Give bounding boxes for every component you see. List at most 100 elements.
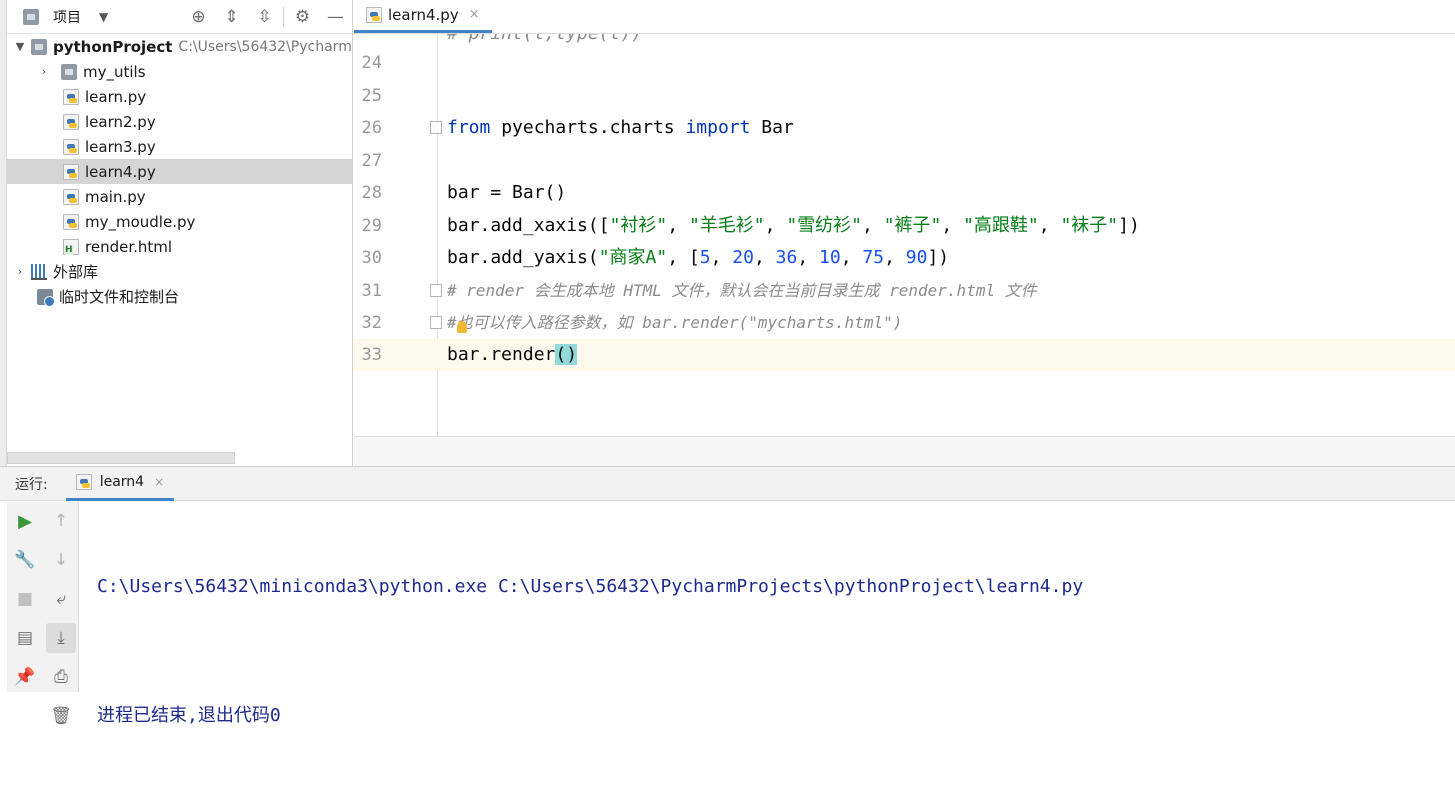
- code-line-26: 26 from pyecharts.charts import Bar: [354, 112, 1455, 144]
- python-file-icon: [63, 188, 79, 205]
- trash-icon[interactable]: 🗑: [46, 701, 76, 731]
- run-tab-learn4[interactable]: learn4 ×: [65, 467, 175, 501]
- fold-marker-icon[interactable]: [430, 316, 442, 329]
- soft-wrap-icon[interactable]: ⤶: [46, 584, 76, 614]
- tree-item-learn4[interactable]: learn4.py: [7, 159, 352, 184]
- tree-item-external-libs[interactable]: › 外部库: [7, 259, 352, 284]
- scratches-icon: [37, 288, 55, 307]
- editor-tabbar: learn4.py ×: [354, 0, 1455, 34]
- library-icon: [31, 263, 47, 280]
- fold-marker-icon[interactable]: [430, 121, 442, 134]
- run-header: 运行: learn4 ×: [0, 467, 1455, 501]
- tree-item-label: 临时文件和控制台: [59, 288, 180, 306]
- project-tools: ⊕ ⇕ ⇳ ⚙ —: [182, 0, 352, 34]
- fold-marker-icon[interactable]: [430, 284, 442, 297]
- editor-tab-learn4[interactable]: learn4.py ×: [354, 0, 492, 33]
- project-horizontal-scrollbar[interactable]: [7, 452, 235, 464]
- chevron-down-icon[interactable]: ▼: [13, 40, 27, 53]
- run-label: 运行:: [15, 476, 48, 493]
- print-icon[interactable]: ⎙: [46, 662, 76, 692]
- tree-item-label: main.py: [85, 187, 146, 206]
- chevron-right-icon[interactable]: ›: [13, 265, 27, 278]
- project-toolbar: 项目 ▼ ⊕ ⇕ ⇳ ⚙ —: [7, 0, 352, 34]
- arrow-down-icon[interactable]: ↓: [46, 545, 76, 575]
- scroll-to-end-icon[interactable]: ⤓: [46, 623, 76, 653]
- code-text: bar.render(): [447, 344, 578, 365]
- project-icon: [23, 8, 39, 25]
- console-output[interactable]: C:\Users\56432\miniconda3\python.exe C:\…: [97, 507, 1083, 796]
- stop-icon[interactable]: ■: [10, 584, 40, 614]
- tree-item-label: my_moudle.py: [85, 212, 196, 231]
- toolbar-divider: [283, 7, 284, 27]
- project-panel-title[interactable]: 项目: [53, 7, 81, 27]
- tree-item-label: learn2.py: [85, 112, 156, 131]
- expand-all-icon[interactable]: ⇕: [215, 0, 248, 34]
- close-icon[interactable]: ×: [469, 7, 480, 22]
- tree-item-learn2[interactable]: learn2.py: [7, 109, 352, 134]
- editor-bottom-bar: [354, 436, 1455, 466]
- lightbulb-icon[interactable]: [457, 321, 467, 333]
- line-number: 26: [361, 118, 382, 138]
- tree-item-learn3[interactable]: learn3.py: [7, 134, 352, 159]
- line-number: 31: [361, 281, 382, 301]
- code-line-30: 30 bar.add_yaxis("商家A", [5, 20, 36, 10, …: [354, 242, 1455, 274]
- code-line-27: 27: [354, 145, 1455, 177]
- project-tree: ▼ pythonProject C:\Users\56432\Pycharm ›…: [7, 34, 352, 309]
- chevron-right-icon[interactable]: ›: [37, 65, 51, 78]
- left-tool-strip: [0, 0, 7, 466]
- python-file-icon: [75, 474, 92, 490]
- tree-item-label: learn4.py: [85, 162, 156, 181]
- code-line-33: 33 bar.render(): [354, 339, 1455, 371]
- tree-root-row[interactable]: ▼ pythonProject C:\Users\56432\Pycharm: [7, 34, 352, 59]
- folder-icon: [61, 63, 77, 80]
- line-number: 29: [361, 216, 382, 236]
- caret-brace-highlight: (): [555, 344, 578, 365]
- chevron-down-icon[interactable]: ▼: [99, 10, 108, 24]
- code-line-25: 25: [354, 80, 1455, 112]
- code-text: from pyecharts.charts import Bar: [447, 117, 794, 138]
- python-file-icon: [63, 213, 79, 230]
- run-toolbar-primary: ▶ 🔧 ■ ▤ 📌: [7, 502, 43, 692]
- code-area[interactable]: # print(t,type(t)) 24 25 26 from pyechar…: [354, 34, 1455, 436]
- tree-item-label: learn3.py: [85, 137, 156, 156]
- run-icon[interactable]: ▶: [10, 506, 40, 536]
- gear-icon[interactable]: ⚙: [286, 0, 319, 34]
- tree-item-scratches[interactable]: 临时文件和控制台: [7, 284, 352, 309]
- wrench-icon[interactable]: 🔧: [10, 545, 40, 575]
- tree-item-label: my_utils: [83, 62, 146, 81]
- run-tab-label: learn4: [99, 474, 145, 490]
- line-number: 33: [361, 345, 382, 365]
- layout-icon[interactable]: ▤: [10, 623, 40, 653]
- code-text: bar = Bar(): [447, 182, 567, 203]
- pin-icon[interactable]: 📌: [10, 662, 40, 692]
- line-number: 25: [361, 86, 382, 106]
- python-file-icon: [63, 113, 79, 130]
- code-line-31: 31 # render 会生成本地 HTML 文件，默认会在当前目录生成 ren…: [354, 275, 1455, 307]
- close-icon[interactable]: ×: [154, 475, 164, 489]
- code-text: # render 会生成本地 HTML 文件，默认会在当前目录生成 render…: [447, 281, 1037, 300]
- tree-item-render-html[interactable]: render.html: [7, 234, 352, 259]
- code-line-29: 29 bar.add_xaxis(["衬衫", "羊毛衫", "雪纺衫", "裤…: [354, 210, 1455, 242]
- code-line-32: 32 #也可以传入路径参数，如 bar.render("mycharts.htm…: [354, 307, 1455, 339]
- minimize-icon[interactable]: —: [319, 0, 352, 34]
- tree-item-my-moudle[interactable]: my_moudle.py: [7, 209, 352, 234]
- line-number: 30: [361, 248, 382, 268]
- tree-item-learn[interactable]: learn.py: [7, 84, 352, 109]
- python-file-icon: [63, 138, 79, 155]
- tree-item-main[interactable]: main.py: [7, 184, 352, 209]
- arrow-up-icon[interactable]: ↑: [46, 506, 76, 536]
- crosshair-icon[interactable]: ⊕: [182, 0, 215, 34]
- tree-item-label: learn.py: [85, 87, 147, 106]
- console-line-command: C:\Users\56432\miniconda3\python.exe C:\…: [97, 576, 1084, 597]
- html-file-icon: [63, 238, 79, 255]
- editor: learn4.py × # print(t,type(t)) 24 25 26 …: [354, 0, 1455, 466]
- code-text: bar.add_xaxis(["衬衫", "羊毛衫", "雪纺衫", "裤子",…: [447, 215, 1140, 236]
- tree-item-my-utils[interactable]: › my_utils: [7, 59, 352, 84]
- tab-label: learn4.py: [388, 5, 459, 24]
- code-text: #也可以传入路径参数，如 bar.render("mycharts.html"): [447, 313, 903, 332]
- tree-item-label: render.html: [85, 237, 173, 256]
- tree-root-path: C:\Users\56432\Pycharm: [178, 38, 352, 55]
- code-text: bar.add_yaxis("商家A", [5, 20, 36, 10, 75,…: [447, 247, 950, 268]
- collapse-all-icon[interactable]: ⇳: [248, 0, 281, 34]
- line-number: 28: [361, 183, 382, 203]
